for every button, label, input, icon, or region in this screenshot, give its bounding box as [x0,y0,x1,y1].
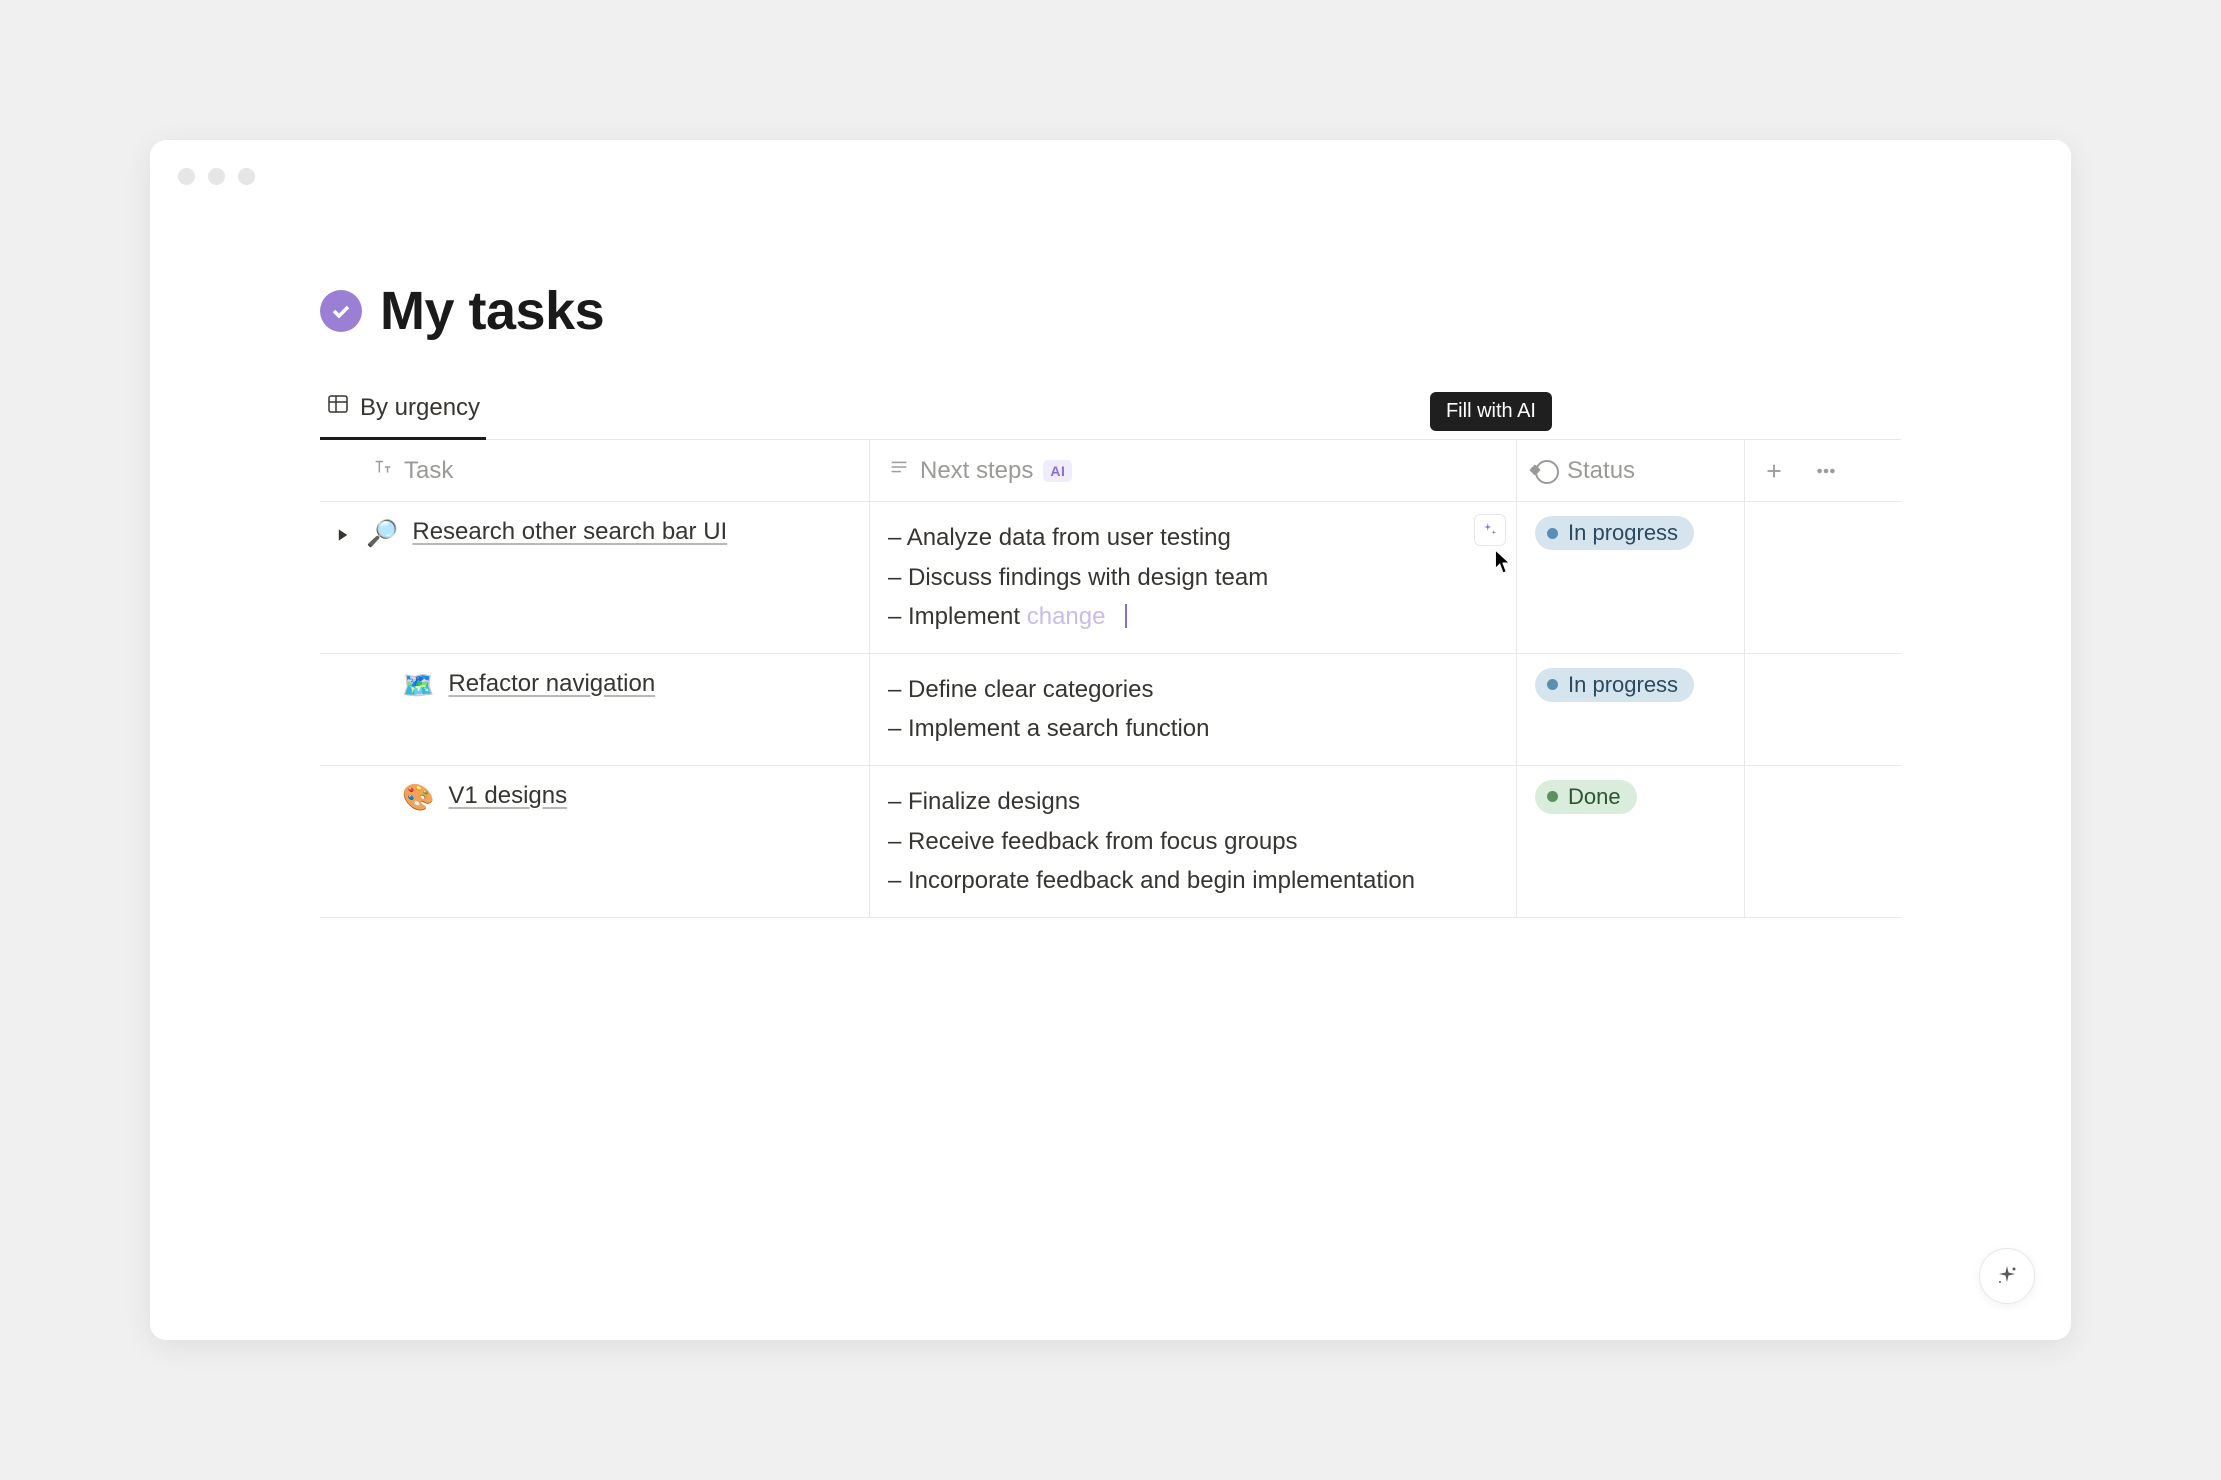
table-view-icon [326,392,350,423]
status-label: Done [1568,784,1621,810]
status-property-icon [1535,460,1557,482]
task-title-link[interactable]: V1 designs [448,782,567,810]
minimize-window-button[interactable] [208,168,225,185]
status-dot-icon [1547,679,1558,690]
table-row[interactable]: 🎨 V1 designs – Finalize designs– Receive f… [320,766,1901,918]
maximize-window-button[interactable] [238,168,255,185]
next-step-line: – Receive feedback from focus groups [888,822,1498,862]
status-badge[interactable]: In progress [1535,668,1694,702]
text-caret-icon [1125,604,1127,628]
column-header-next-steps[interactable]: Next steps AI Fill with AI [870,440,1517,501]
page-check-icon [320,290,362,332]
next-step-typing-line: – Implement change [888,597,1498,637]
next-step-line: – Implement a search function [888,709,1498,749]
ai-assistant-fab[interactable] [1979,1248,2035,1304]
task-emoji-icon: 🔎 [366,518,398,549]
tasks-table: Task Next steps AI Fill with AI Status [320,440,1901,918]
page-content: My tasks By urgency Task [150,140,2071,918]
task-emoji-icon: 🗺️ [402,670,434,701]
column-header-task[interactable]: Task [320,440,870,501]
tab-label: By urgency [360,394,480,422]
task-title-link[interactable]: Research other search bar UI [412,518,727,546]
close-window-button[interactable] [178,168,195,185]
fill-with-ai-tooltip: Fill with AI [1430,392,1552,431]
task-title-link[interactable]: Refactor navigation [448,670,655,698]
status-cell[interactable]: Done [1517,766,1745,917]
task-cell[interactable]: 🎨 V1 designs [320,766,870,917]
next-step-line: – Discuss findings with design team [888,558,1498,598]
table-row[interactable]: 🔎 Research other search bar UI – Analyze d… [320,502,1901,654]
status-cell[interactable]: In progress [1517,502,1745,653]
task-cell[interactable]: 🔎 Research other search bar UI [320,502,870,653]
status-label: In progress [1568,672,1678,698]
add-column-button[interactable] [1763,460,1785,482]
status-label: In progress [1568,520,1678,546]
column-header-actions [1745,440,1901,501]
next-step-line: – Incorporate feedback and begin impleme… [888,861,1498,901]
status-cell[interactable]: In progress [1517,654,1745,765]
status-badge[interactable]: In progress [1535,516,1694,550]
column-header-status[interactable]: Status [1517,440,1745,501]
next-steps-cell[interactable]: – Analyze data from user testing– Discus… [870,502,1517,653]
status-dot-icon [1547,528,1558,539]
column-task-label: Task [404,457,453,485]
page-title: My tasks [380,280,604,342]
app-window: My tasks By urgency Task [150,140,2071,1340]
table-header-row: Task Next steps AI Fill with AI Status [320,440,1901,502]
task-emoji-icon: 🎨 [402,782,434,813]
next-step-line: – Analyze data from user testing [888,518,1498,558]
text-lines-icon [888,456,910,485]
next-steps-cell[interactable]: – Finalize designs– Receive feedback fro… [870,766,1517,917]
tab-by-urgency[interactable]: By urgency [320,382,486,440]
text-property-icon [372,456,394,485]
ai-badge: AI [1043,460,1072,482]
view-tabs: By urgency [320,382,1901,440]
status-badge[interactable]: Done [1535,780,1637,814]
page-header: My tasks [320,280,1901,342]
window-controls [178,168,255,185]
status-dot-icon [1547,791,1558,802]
fill-with-ai-button[interactable] [1474,514,1506,546]
next-step-line: – Finalize designs [888,782,1498,822]
column-status-label: Status [1567,457,1635,485]
next-step-line: – Define clear categories [888,670,1498,710]
expand-toggle-icon[interactable] [330,522,356,548]
column-next-steps-label: Next steps [920,457,1033,485]
task-cell[interactable]: 🗺️ Refactor navigation [320,654,870,765]
next-steps-cell[interactable]: – Define clear categories– Implement a s… [870,654,1517,765]
more-columns-button[interactable] [1815,460,1837,482]
table-row[interactable]: 🗺️ Refactor navigation – Define clear cate… [320,654,1901,766]
